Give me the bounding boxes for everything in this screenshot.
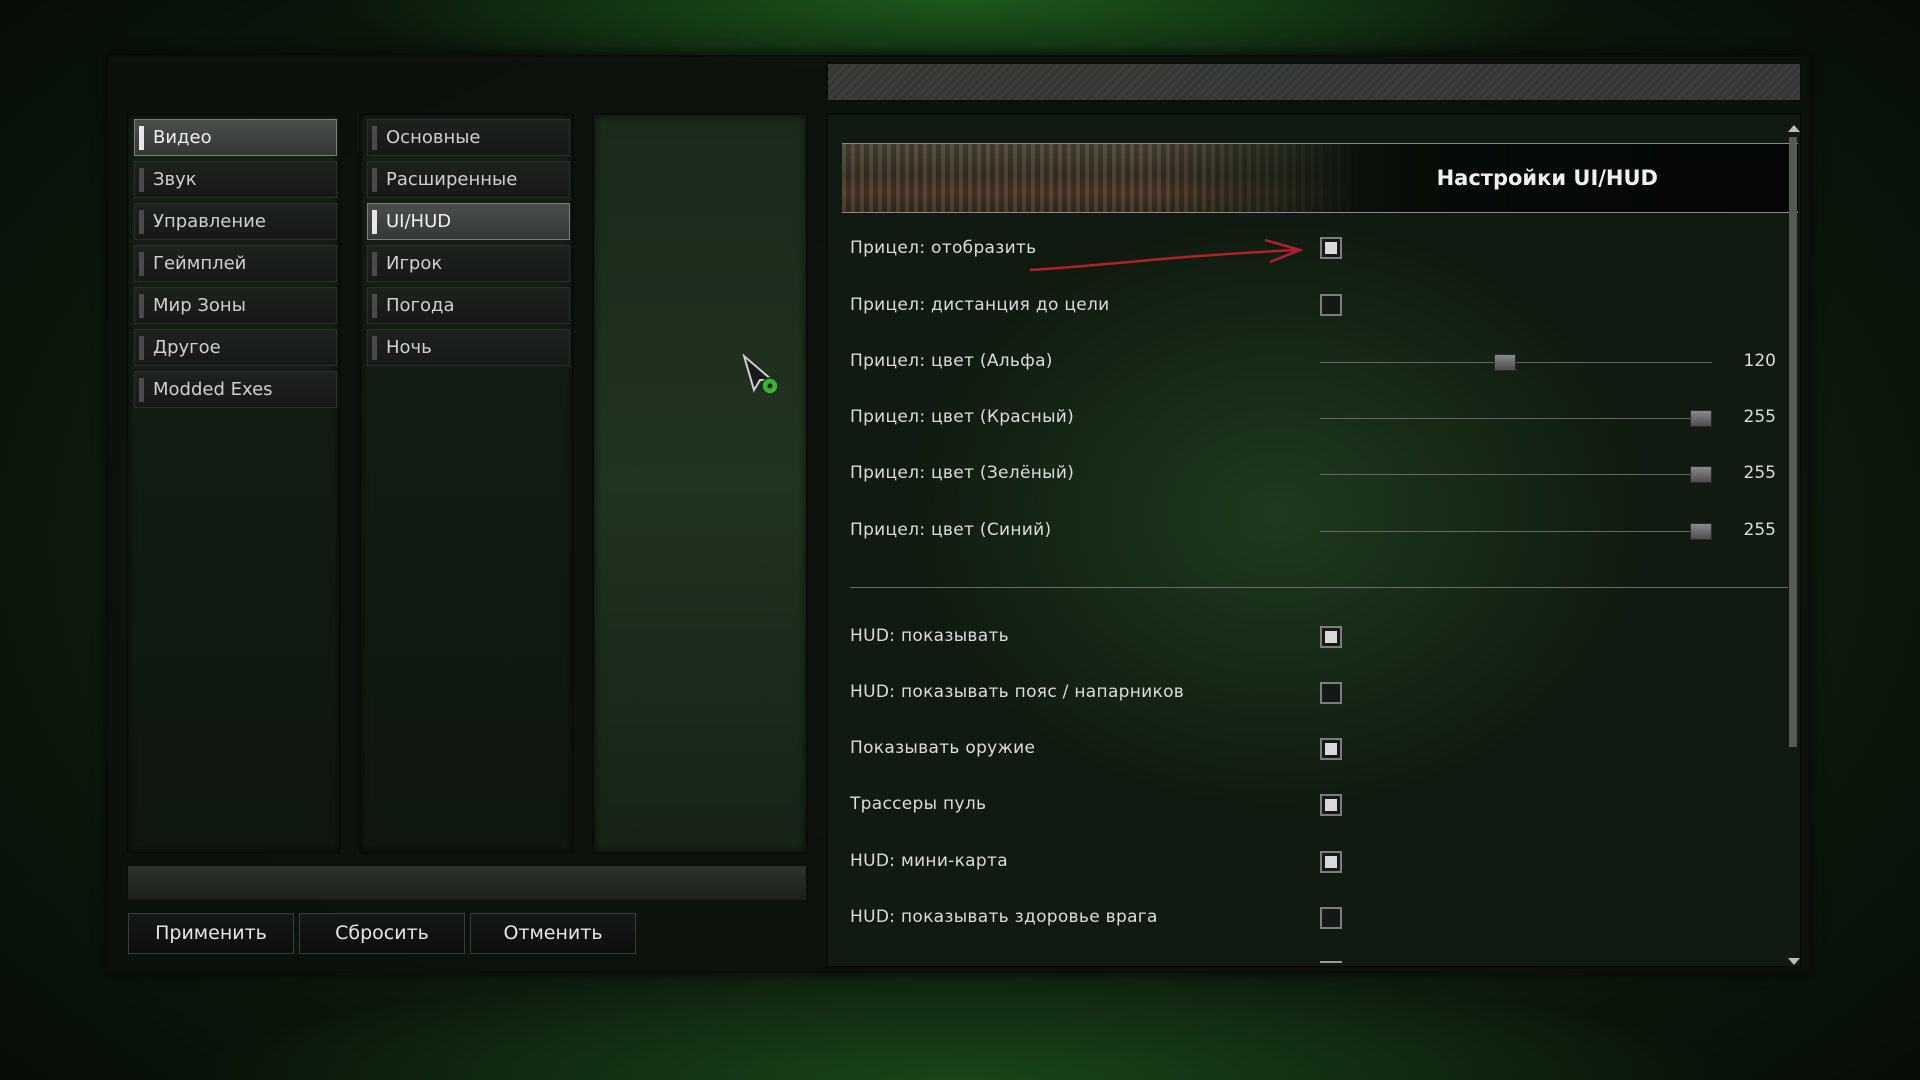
show-weapon-checkbox[interactable] <box>1320 738 1342 760</box>
setting-label-crosshair-show: Прицел: отобразить <box>850 238 1037 258</box>
category-controls[interactable]: Управление <box>134 203 337 240</box>
subcategory-weather[interactable]: Погода <box>367 287 570 324</box>
setting-label-show-weapon: Показывать оружие <box>850 738 1036 758</box>
setting-label-enemy-health: HUD: показывать здоровье врага <box>850 907 1158 927</box>
crosshair-blue-slider[interactable] <box>1320 523 1712 540</box>
slider-thumb[interactable] <box>1690 410 1712 427</box>
clipped-next-checkbox <box>1320 961 1342 966</box>
crosshair-blue-value: 255 <box>1743 520 1776 540</box>
section-title: Настройки UI/HUD <box>1436 166 1658 190</box>
crosshair-alpha-value: 120 <box>1743 351 1776 371</box>
bullet-tracers-checkbox[interactable] <box>1320 794 1342 816</box>
minimap-checkbox[interactable] <box>1320 851 1342 873</box>
third-level-column <box>592 113 808 854</box>
crosshair-show-checkbox[interactable] <box>1320 237 1342 259</box>
scroll-down-icon[interactable] <box>1788 958 1800 965</box>
subcategory-ui-hud[interactable]: UI/HUD <box>367 203 570 240</box>
subcategory-basic[interactable]: Основные <box>367 119 570 156</box>
enemy-health-checkbox[interactable] <box>1320 907 1342 929</box>
setting-label-crosshair-distance: Прицел: дистанция до цели <box>850 295 1110 315</box>
setting-label-crosshair-red: Прицел: цвет (Красный) <box>850 407 1075 427</box>
category-gameplay[interactable]: Геймплей <box>134 245 337 282</box>
category-video[interactable]: Видео <box>134 119 337 156</box>
reset-button[interactable]: Сбросить <box>299 913 465 954</box>
hud-show-checkbox[interactable] <box>1320 626 1342 648</box>
hud-belt-checkbox[interactable] <box>1320 682 1342 704</box>
category-other[interactable]: Другое <box>134 329 337 366</box>
subcategory-advanced[interactable]: Расширенные <box>367 161 570 198</box>
scrollbar[interactable] <box>1788 125 1800 965</box>
section-divider <box>850 587 1788 588</box>
slider-thumb[interactable] <box>1690 466 1712 483</box>
category-modded-exes[interactable]: Modded Exes <box>134 371 337 408</box>
description-bar <box>126 864 808 902</box>
category-sound[interactable]: Звук <box>134 161 337 198</box>
crosshair-red-value: 255 <box>1743 407 1776 427</box>
setting-label-hud-show: HUD: показывать <box>850 626 1009 646</box>
slider-thumb[interactable] <box>1494 354 1516 371</box>
setting-label-crosshair-green: Прицел: цвет (Зелёный) <box>850 463 1075 483</box>
scrollbar-thumb[interactable] <box>1789 137 1797 747</box>
red-arrow-annotation <box>1030 238 1304 272</box>
crosshair-green-value: 255 <box>1743 463 1776 483</box>
setting-label-minimap: HUD: мини-карта <box>850 851 1008 871</box>
settings-panel: Настройки UI/HUD Прицел: отобразить Приц… <box>826 113 1802 968</box>
cancel-button[interactable]: Отменить <box>470 913 636 954</box>
subcategory-column: Основные Расширенные UI/HUD Игрок Погода… <box>359 113 574 854</box>
apply-button[interactable]: Применить <box>128 913 294 954</box>
crosshair-green-slider[interactable] <box>1320 466 1712 483</box>
section-banner: Настройки UI/HUD <box>842 143 1798 213</box>
crosshair-alpha-slider[interactable] <box>1320 354 1712 371</box>
subcategory-night[interactable]: Ночь <box>367 329 570 366</box>
setting-label-hud-belt: HUD: показывать пояс / напарников <box>850 682 1185 702</box>
crosshair-distance-checkbox[interactable] <box>1320 294 1342 316</box>
mouse-cursor-icon <box>742 354 779 395</box>
setting-label-bullet-tracers: Трассеры пуль <box>850 794 987 814</box>
crosshair-red-slider[interactable] <box>1320 410 1712 427</box>
setting-label-crosshair-blue: Прицел: цвет (Синий) <box>850 520 1052 540</box>
setting-label-crosshair-alpha: Прицел: цвет (Альфа) <box>850 351 1053 371</box>
category-zone-world[interactable]: Мир Зоны <box>134 287 337 324</box>
slider-thumb[interactable] <box>1690 523 1712 540</box>
banner-artwork <box>842 144 1362 212</box>
category-column: Видео Звук Управление Геймплей Мир Зоны … <box>126 113 341 854</box>
header-bar <box>826 62 1802 102</box>
scroll-up-icon[interactable] <box>1788 125 1800 132</box>
subcategory-player[interactable]: Игрок <box>367 245 570 282</box>
